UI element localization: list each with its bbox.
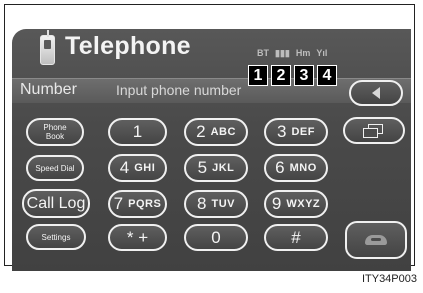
key-digit: 0 bbox=[211, 227, 221, 247]
settings-button[interactable]: Settings bbox=[26, 224, 86, 250]
key-0[interactable]: 0 bbox=[184, 224, 248, 251]
key-3[interactable]: 3 DEF bbox=[264, 118, 328, 146]
page-title: Telephone bbox=[65, 32, 191, 60]
key-2[interactable]: 2 ABC bbox=[184, 118, 248, 146]
key-6[interactable]: 6 MNO bbox=[264, 154, 328, 182]
key-digit: 5 bbox=[197, 158, 208, 177]
key-letters: MNO bbox=[289, 162, 317, 174]
key-1[interactable]: 1 bbox=[108, 118, 167, 146]
number-label: Number bbox=[20, 81, 77, 98]
mobile-phone-icon bbox=[40, 30, 55, 65]
key-digit: 7 bbox=[113, 194, 124, 213]
key-digit: 8 bbox=[197, 194, 207, 213]
title-bar: Telephone BT ▮▮▮ Hm Yıl bbox=[12, 29, 411, 75]
key-9[interactable]: 9 WXYZ bbox=[264, 190, 328, 218]
call-log-button[interactable]: Call Log bbox=[22, 189, 90, 218]
key-digit: * + bbox=[126, 227, 149, 247]
key-letters: JKL bbox=[212, 162, 235, 174]
call-button[interactable] bbox=[345, 221, 407, 259]
key-digit: 6 bbox=[275, 158, 285, 177]
copy-icon bbox=[363, 123, 385, 138]
key-letters: PQRS bbox=[128, 198, 162, 210]
callout-3: 3 bbox=[294, 65, 314, 86]
key-digit: 1 bbox=[132, 122, 143, 141]
key-hash[interactable]: # bbox=[264, 224, 328, 251]
key-letters: GHI bbox=[134, 162, 156, 174]
back-button[interactable] bbox=[349, 80, 403, 106]
key-digit: 4 bbox=[119, 158, 130, 177]
speed-dial-button[interactable]: Speed Dial bbox=[26, 155, 84, 181]
key-letters: ABC bbox=[210, 126, 236, 138]
key-4[interactable]: 4 GHI bbox=[108, 154, 167, 182]
back-arrow-icon bbox=[372, 87, 380, 99]
key-letters: TUV bbox=[211, 198, 235, 210]
home-area-icon: Hm bbox=[295, 48, 311, 58]
key-digit: 3 bbox=[277, 122, 287, 141]
status-indicators: BT ▮▮▮ Hm Yıl bbox=[257, 44, 327, 62]
settings-label: Settings bbox=[41, 232, 71, 242]
copy-button[interactable] bbox=[343, 117, 405, 144]
key-digit: # bbox=[291, 227, 301, 247]
key-letters: WXYZ bbox=[286, 198, 321, 210]
key-letters: DEF bbox=[291, 126, 315, 138]
callout-4: 4 bbox=[317, 65, 337, 86]
callout-1: 1 bbox=[248, 65, 268, 86]
key-digit: 9 bbox=[271, 194, 282, 213]
key-7[interactable]: 7 PQRS bbox=[108, 190, 167, 218]
callout-2: 2 bbox=[271, 65, 291, 86]
phone-book-label-line1: Phone bbox=[43, 123, 67, 132]
bluetooth-icon: BT bbox=[257, 48, 269, 58]
speed-dial-label: Speed Dial bbox=[35, 163, 75, 173]
key-digit: 2 bbox=[196, 122, 206, 141]
phone-book-label-line2: Book bbox=[45, 132, 65, 141]
key-5[interactable]: 5 JKL bbox=[184, 154, 248, 182]
call-log-label: Call Log bbox=[26, 194, 86, 212]
key-8[interactable]: 8 TUV bbox=[184, 190, 248, 218]
signal-strength-icon: Yıl bbox=[316, 48, 328, 58]
handset-icon bbox=[365, 235, 387, 245]
battery-icon: ▮▮▮ bbox=[275, 47, 290, 58]
phone-book-button[interactable]: Phone Book bbox=[26, 118, 84, 146]
callout-labels: 1 2 3 4 bbox=[248, 65, 337, 86]
key-star-plus[interactable]: * + bbox=[108, 224, 167, 251]
figure-code: ITY34P003 bbox=[361, 273, 417, 285]
